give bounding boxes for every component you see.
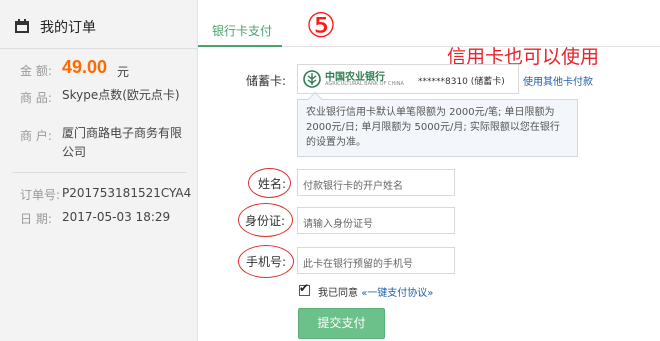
amount-value: 49.00: [62, 57, 108, 77]
order-number-label: 订单号:: [20, 188, 61, 202]
selected-card[interactable]: 中国农业银行 AGRICULTURAL BANK OF CHINA ******…: [297, 64, 519, 94]
active-tab-indicator: [198, 45, 282, 47]
calendar-icon: [15, 19, 29, 33]
limit-info-box: 农业银行信用卡默认单笔限额为 2000元/笔; 单日限额为 2000元/日; 单…: [297, 99, 578, 157]
amount-unit: 元: [117, 65, 130, 79]
card-number: ******8310 (储蓄卡): [418, 77, 505, 87]
phone-label: 手机号:: [246, 255, 287, 269]
use-other-card-link[interactable]: 使用其他卡付款: [523, 73, 593, 88]
id-number-label: 身份证:: [245, 214, 286, 228]
submit-payment-button[interactable]: 提交支付: [298, 308, 385, 339]
debit-card-label: 储蓄卡:: [246, 74, 287, 88]
checkmark-icon: ✔: [299, 281, 310, 295]
merchant-label: 商 户:: [20, 129, 52, 143]
bank-logo-icon: [303, 70, 321, 88]
product-value: Skype点数(欧元点卡): [62, 88, 180, 102]
name-input[interactable]: 付款银行卡的开户姓名: [297, 169, 455, 196]
bank-english-name: AGRICULTURAL BANK OF CHINA: [325, 81, 404, 87]
step-annotation: ⑤: [305, 6, 337, 46]
phone-input[interactable]: 此卡在银行预留的手机号: [297, 247, 455, 274]
name-label: 姓名:: [258, 177, 287, 191]
product-label: 商 品:: [20, 91, 52, 105]
merchant-value: 厦门商路电子商务有限公司: [62, 126, 183, 159]
order-number-value: P201753181521CYA4: [62, 186, 192, 200]
agreement-link[interactable]: «一键支付协议»: [361, 288, 433, 299]
tab-bank-card-payment[interactable]: 银行卡支付: [212, 22, 272, 39]
divider: [12, 172, 186, 173]
date-label: 日 期:: [20, 212, 52, 226]
agree-label: 我已同意: [318, 288, 358, 299]
order-title: 我的订单: [40, 20, 96, 36]
agree-text: 我已同意 «一键支付协议»: [318, 284, 433, 299]
order-panel: 我的订单 金 额: 49.00 元 商 品: Skype点数(欧元点卡) 商 户…: [0, 0, 198, 341]
order-header: 我的订单: [0, 0, 197, 49]
id-number-input[interactable]: 请输入身份证号: [297, 207, 455, 234]
amount-label: 金 额:: [20, 64, 52, 78]
date-value: 2017-05-03 18:29: [62, 210, 171, 224]
